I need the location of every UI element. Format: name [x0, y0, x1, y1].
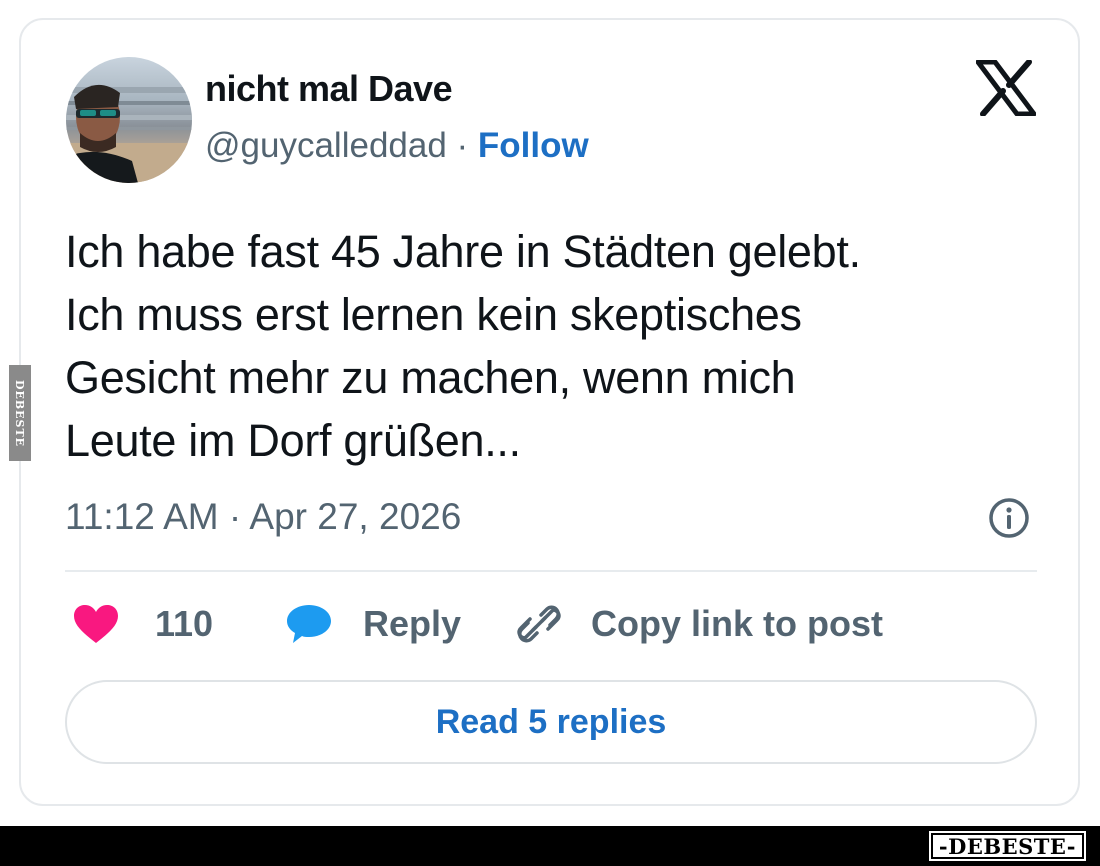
watermark-logo: -DEBESTE- — [928, 831, 1086, 861]
tweet-text-line: Gesicht mehr zu machen, wenn mich — [65, 352, 796, 403]
tweet-timestamp[interactable]: 11:12 AM · Apr 27, 2026 — [65, 496, 461, 538]
side-watermark: DEBESTE — [9, 365, 31, 461]
bottom-bar: -DEBESTE- — [0, 826, 1100, 866]
side-watermark-text: DEBESTE — [13, 379, 27, 447]
like-button[interactable]: 110 — [73, 598, 213, 650]
copy-link-label: Copy link to post — [591, 603, 883, 644]
tweet-text-line: Ich muss erst lernen kein skeptisches — [65, 289, 802, 340]
handle-separator: · — [446, 126, 478, 165]
speech-bubble-icon — [287, 605, 331, 643]
action-bar: 110 Reply Copy link to post — [65, 598, 1045, 650]
divider — [65, 570, 1037, 572]
author-name[interactable]: nicht mal Dave — [205, 68, 453, 110]
tweet-text-line: Ich habe fast 45 Jahre in Städten gelebt… — [65, 226, 861, 277]
heart-icon — [74, 605, 118, 643]
avatar[interactable] — [66, 57, 192, 183]
copy-link-button[interactable]: Copy link to post — [517, 598, 883, 650]
tweet-text: Ich habe fast 45 Jahre in Städten gelebt… — [65, 220, 1055, 472]
tweet-card: nicht mal Dave @guycalleddad · Follow Ic… — [19, 18, 1080, 806]
read-replies-button[interactable]: Read 5 replies — [65, 680, 1037, 764]
follow-button[interactable]: Follow — [478, 126, 589, 165]
x-logo-icon[interactable] — [975, 59, 1037, 117]
handle-row: @guycalleddad · Follow — [205, 126, 589, 166]
like-count: 110 — [155, 603, 214, 644]
reply-label: Reply — [363, 603, 462, 644]
author-handle[interactable]: @guycalleddad — [205, 126, 447, 165]
link-icon — [517, 605, 561, 643]
tweet-text-line: Leute im Dorf grüßen... — [65, 415, 521, 466]
reply-button[interactable]: Reply — [285, 598, 461, 650]
info-icon[interactable] — [987, 496, 1031, 540]
